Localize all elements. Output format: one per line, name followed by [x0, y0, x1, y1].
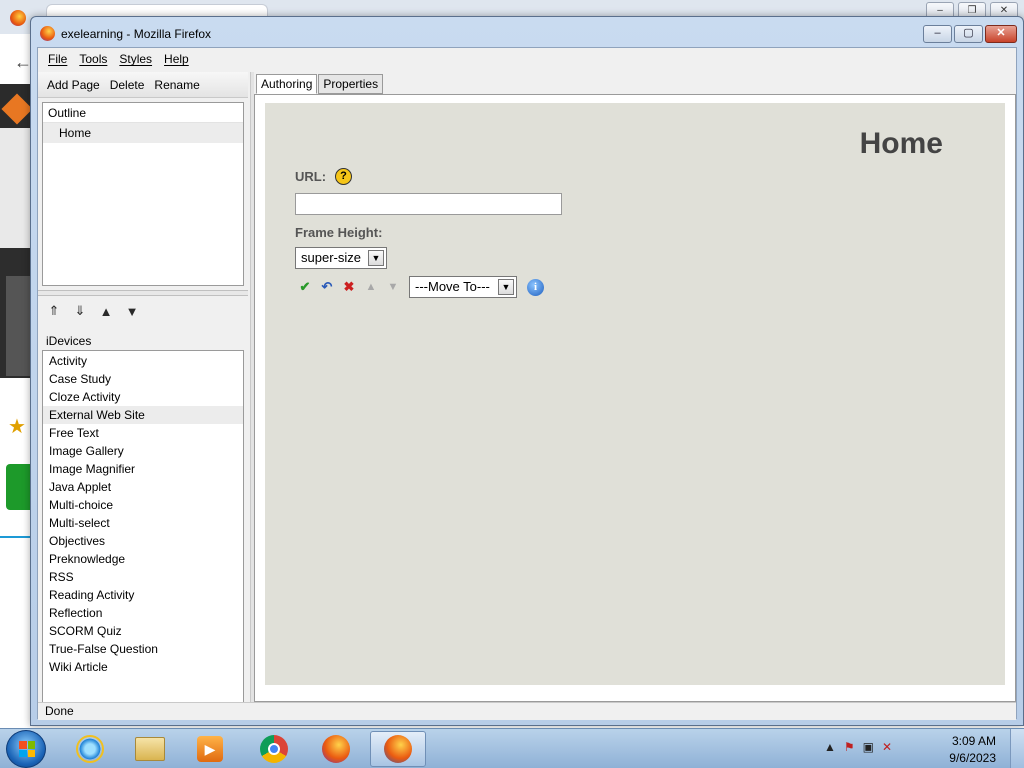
window-title: exelearning - Mozilla Firefox — [61, 27, 212, 41]
idevice-item-scorm-quiz[interactable]: SCORM Quiz — [43, 622, 243, 640]
url-input[interactable] — [295, 193, 562, 215]
windows-logo-icon — [19, 741, 35, 757]
idevice-item-image-magnifier[interactable]: Image Magnifier — [43, 460, 243, 478]
window-controls: – ▢ ✕ — [923, 25, 1017, 43]
page-title: Home — [859, 127, 943, 160]
rename-page-button[interactable]: Rename — [149, 78, 204, 92]
maximize-button[interactable]: ▢ — [954, 25, 983, 43]
info-icon[interactable]: i — [527, 278, 544, 296]
menu-file[interactable]: File — [42, 52, 73, 66]
move-to-value: ---Move To--- — [415, 279, 490, 294]
frame-height-value: super-size — [301, 250, 361, 265]
firefox-window: exelearning - Mozilla Firefox – ▢ ✕ File… — [30, 16, 1024, 726]
start-button[interactable] — [6, 730, 46, 768]
system-tray: ▲ ⚑ ▣ ✕ 3:09 AM 9/6/2023 — [824, 729, 1024, 768]
show-hidden-icons-icon[interactable]: ▲ — [824, 740, 836, 754]
close-button[interactable]: ✕ — [985, 25, 1017, 43]
done-check-icon[interactable]: ✔ — [297, 279, 313, 295]
show-desktop-button[interactable] — [1010, 729, 1024, 768]
outline-move-toolbar: ⇑ ⇓ ▲ ▼ — [42, 300, 244, 322]
promote-page-icon[interactable]: ⇑ — [46, 303, 62, 319]
move-down-icon[interactable]: ▼ — [385, 279, 401, 295]
idevice-item-objectives[interactable]: Objectives — [43, 532, 243, 550]
taskbar-chrome[interactable] — [246, 731, 302, 767]
authoring-frame: Home URL: ? Frame Height: super-size ▼ ✔… — [254, 94, 1016, 702]
chrome-icon — [260, 735, 288, 763]
outline-item-home[interactable]: Home — [43, 123, 243, 143]
delete-icon[interactable]: ✖ — [341, 279, 357, 295]
idevices-label: iDevices — [46, 334, 92, 348]
clock-date[interactable]: 9/6/2023 — [949, 751, 996, 765]
idevices-list: Activity Case Study Cloze Activity Exter… — [42, 350, 244, 708]
chevron-down-icon[interactable]: ▼ — [498, 279, 514, 295]
idevice-item-wiki-article[interactable]: Wiki Article — [43, 658, 243, 676]
chevron-down-icon[interactable]: ▼ — [368, 250, 384, 266]
help-icon[interactable]: ? — [335, 168, 352, 185]
window-client-area: File Tools Styles Help Add Page Delete R… — [37, 47, 1017, 720]
taskbar: ▶ ▲ ⚑ ▣ ✕ 3:09 AM 9/6/2023 — [0, 728, 1024, 768]
play-icon: ▶ — [197, 736, 223, 762]
taskbar-internet-explorer[interactable] — [62, 731, 118, 767]
firefox-icon — [384, 735, 412, 763]
demote-page-icon[interactable]: ⇓ — [72, 303, 88, 319]
idevice-item-cloze-activity[interactable]: Cloze Activity — [43, 388, 243, 406]
menu-styles[interactable]: Styles — [113, 52, 158, 66]
idevice-item-preknowledge[interactable]: Preknowledge — [43, 550, 243, 568]
panel-splitter[interactable] — [38, 290, 248, 296]
idevice-item-rss[interactable]: RSS — [43, 568, 243, 586]
right-panel: Authoring Properties Home URL: ? Frame H… — [254, 72, 1016, 702]
tab-properties[interactable]: Properties — [318, 74, 384, 94]
network-icon[interactable]: ▣ — [863, 740, 874, 754]
idevice-item-reflection[interactable]: Reflection — [43, 604, 243, 622]
menu-help[interactable]: Help — [158, 52, 195, 66]
frame-height-label: Frame Height: — [295, 225, 383, 240]
authoring-content: Home URL: ? Frame Height: super-size ▼ ✔… — [265, 103, 1005, 685]
folder-icon — [135, 737, 165, 761]
left-panel: Add Page Delete Rename Outline Home ⇑ ⇓ … — [38, 72, 248, 708]
taskbar-file-explorer[interactable] — [122, 731, 178, 767]
background-page-content: ★ — [0, 84, 33, 728]
add-page-button[interactable]: Add Page — [42, 78, 105, 92]
menu-bar: File Tools Styles Help — [38, 48, 1016, 70]
status-bar: Done — [38, 702, 1016, 720]
idevice-item-free-text[interactable]: Free Text — [43, 424, 243, 442]
move-to-select[interactable]: ---Move To--- ▼ — [409, 276, 517, 298]
taskbar-firefox[interactable] — [308, 731, 364, 767]
idevice-item-java-applet[interactable]: Java Applet — [43, 478, 243, 496]
undo-icon[interactable]: ↶ — [319, 279, 335, 295]
frame-height-select[interactable]: super-size ▼ — [295, 247, 387, 269]
editor-tabs: Authoring Properties — [256, 74, 384, 94]
volume-muted-icon[interactable]: ✕ — [882, 740, 892, 754]
idevice-item-image-gallery[interactable]: Image Gallery — [43, 442, 243, 460]
idevice-action-row: ✔ ↶ ✖ ▲ ▼ ---Move To--- ▼ i — [297, 275, 544, 299]
idevice-item-external-web-site[interactable]: External Web Site — [43, 406, 243, 424]
taskbar-media-player[interactable]: ▶ — [182, 731, 238, 767]
move-page-down-icon[interactable]: ▼ — [124, 303, 140, 319]
idevice-item-multi-choice[interactable]: Multi-choice — [43, 496, 243, 514]
clock-time[interactable]: 3:09 AM — [952, 734, 996, 748]
outline-tree: Outline Home — [42, 102, 244, 286]
firefox-icon — [40, 26, 55, 41]
move-up-icon[interactable]: ▲ — [363, 279, 379, 295]
url-label: URL: — [295, 169, 327, 184]
internet-explorer-icon — [76, 735, 104, 763]
outline-toolbar: Add Page Delete Rename — [38, 72, 248, 98]
minimize-button[interactable]: – — [923, 25, 952, 43]
taskbar-firefox-exelearning[interactable] — [370, 731, 426, 767]
idevice-item-activity[interactable]: Activity — [43, 352, 243, 370]
idevice-item-case-study[interactable]: Case Study — [43, 370, 243, 388]
outline-header[interactable]: Outline — [43, 103, 243, 123]
firefox-icon — [322, 735, 350, 763]
move-page-up-icon[interactable]: ▲ — [98, 303, 114, 319]
action-center-icon[interactable]: ⚑ — [844, 740, 855, 754]
menu-tools[interactable]: Tools — [73, 52, 113, 66]
tab-authoring[interactable]: Authoring — [256, 74, 318, 94]
idevice-item-multi-select[interactable]: Multi-select — [43, 514, 243, 532]
idevice-item-true-false-question[interactable]: True-False Question — [43, 640, 243, 658]
delete-page-button[interactable]: Delete — [105, 78, 150, 92]
title-bar[interactable]: exelearning - Mozilla Firefox – ▢ ✕ — [31, 17, 1023, 47]
idevice-item-reading-activity[interactable]: Reading Activity — [43, 586, 243, 604]
firefox-icon — [10, 10, 26, 26]
tray-icons: ▲ ⚑ ▣ ✕ — [824, 740, 892, 754]
